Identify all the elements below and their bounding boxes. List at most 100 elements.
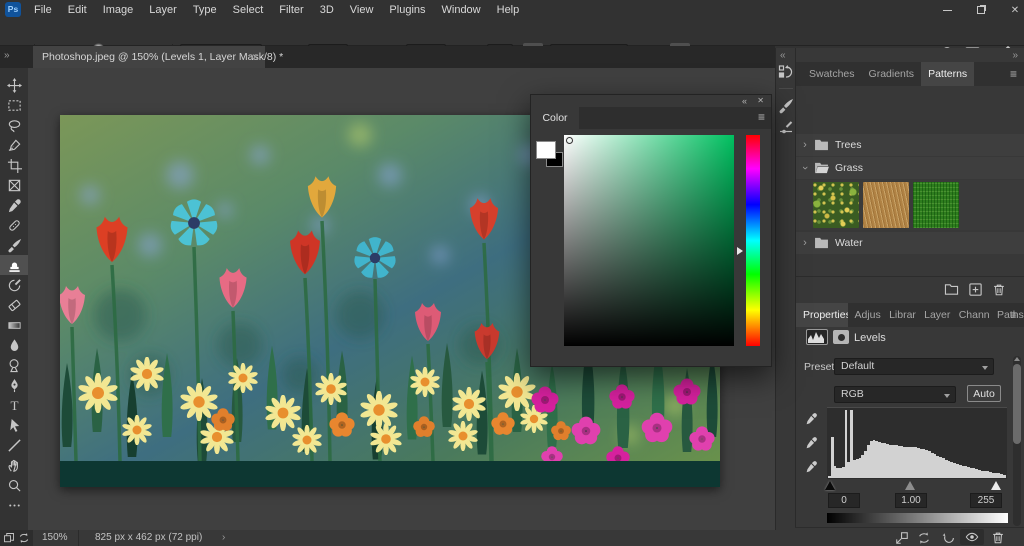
hue-slider-marker[interactable] — [737, 247, 743, 255]
gradient-tool[interactable] — [0, 315, 28, 335]
color-field[interactable] — [564, 135, 734, 346]
status-chevron-icon[interactable]: › — [222, 532, 225, 543]
auto-button[interactable]: Auto — [967, 385, 1001, 402]
pen-tool[interactable] — [0, 375, 28, 395]
color-panel-menu-icon[interactable]: ≡ — [758, 110, 765, 124]
sync-mini-icon[interactable] — [18, 532, 30, 544]
delete-pattern-icon[interactable] — [992, 282, 1006, 297]
tab-paths[interactable]: Paths — [990, 303, 1024, 327]
blur-tool[interactable] — [0, 335, 28, 355]
crop-tool[interactable] — [0, 155, 28, 175]
gamma-slider[interactable] — [905, 481, 915, 490]
type-tool[interactable]: T — [0, 395, 28, 415]
output-levels-gradient[interactable] — [827, 513, 1008, 523]
pattern-thumbnail-dry-grass[interactable] — [863, 182, 909, 228]
menu-filter[interactable]: Filter — [271, 1, 311, 19]
scrollbar-thumb[interactable] — [1013, 364, 1021, 444]
restore-button[interactable] — [966, 0, 996, 20]
white-point-sampler-icon[interactable] — [805, 460, 818, 473]
clip-to-layer-icon[interactable] — [895, 531, 909, 545]
black-point-sampler-icon[interactable] — [805, 412, 818, 425]
brush-settings-panel-icon[interactable] — [778, 120, 794, 136]
view-previous-state-icon[interactable] — [917, 531, 931, 545]
move-tool[interactable] — [0, 75, 28, 95]
menu-image[interactable]: Image — [95, 1, 142, 19]
rectangular-marquee-tool[interactable] — [0, 95, 28, 115]
menu-3d[interactable]: 3D — [312, 1, 342, 19]
delete-adjustment-icon[interactable] — [991, 530, 1005, 545]
tab-layers[interactable]: Layer — [917, 303, 952, 327]
document-tab[interactable]: Photoshop.jpeg @ 150% (Levels 1, Layer M… — [33, 46, 265, 68]
pattern-group-trees[interactable]: › Trees — [796, 134, 1024, 156]
pattern-group-water[interactable]: › Water — [796, 232, 1024, 254]
input-white-value[interactable]: 255 — [970, 493, 1002, 508]
menu-select[interactable]: Select — [225, 1, 272, 19]
tab-libraries[interactable]: Librar — [882, 303, 917, 327]
properties-menu-icon[interactable]: ≡ — [1010, 308, 1017, 322]
layers-mini-icon[interactable] — [3, 532, 15, 544]
scroll-up-icon[interactable] — [1014, 357, 1020, 361]
brush-tool[interactable] — [0, 235, 28, 255]
chevron-down-icon[interactable]: › — [799, 159, 811, 177]
color-panel-collapse-icon[interactable]: « — [742, 96, 747, 106]
pattern-thumbnail-lawn-grass[interactable] — [913, 182, 959, 228]
frame-tool[interactable] — [0, 175, 28, 195]
tab-channels[interactable]: Chann — [952, 303, 990, 327]
minimize-button[interactable] — [932, 0, 962, 20]
menu-plugins[interactable]: Plugins — [381, 1, 433, 19]
object-selection-tool[interactable] — [0, 135, 28, 155]
new-group-folder-icon[interactable] — [944, 283, 959, 296]
dodge-tool[interactable] — [0, 355, 28, 375]
clone-stamp-tool[interactable] — [0, 255, 28, 275]
close-button[interactable]: ✕ — [1000, 0, 1024, 20]
gamma-value[interactable]: 1.00 — [895, 493, 927, 508]
spot-healing-brush-tool[interactable] — [0, 215, 28, 235]
eyedropper-tool[interactable] — [0, 195, 28, 215]
document-tab-close-icon[interactable]: ✕ — [251, 46, 259, 68]
tab-properties[interactable]: Properties — [796, 303, 848, 327]
menu-file[interactable]: File — [26, 1, 60, 19]
menu-type[interactable]: Type — [185, 1, 225, 19]
chevron-right-icon[interactable]: › — [796, 237, 814, 249]
tab-adjustments[interactable]: Adjus — [848, 303, 883, 327]
properties-scrollbar[interactable] — [1013, 356, 1021, 526]
brushes-panel-icon[interactable] — [778, 98, 794, 114]
pattern-thumbnail-flowered-grass[interactable] — [813, 182, 859, 228]
menu-view[interactable]: View — [342, 1, 382, 19]
menu-layer[interactable]: Layer — [141, 1, 185, 19]
gray-point-sampler-icon[interactable] — [805, 436, 818, 449]
edit-toolbar-icon[interactable] — [0, 495, 28, 515]
hue-slider[interactable] — [746, 135, 760, 346]
foreground-color-swatch[interactable] — [536, 141, 556, 159]
zoom-level[interactable]: 150% — [42, 532, 68, 543]
tab-gradients[interactable]: Gradients — [862, 62, 922, 86]
dock-collapse-icon[interactable]: « — [780, 50, 786, 61]
patterns-menu-icon[interactable]: ≡ — [1010, 67, 1017, 81]
color-panel-close-icon[interactable]: ✕ — [757, 96, 764, 105]
menu-help[interactable]: Help — [489, 1, 528, 19]
history-brush-tool[interactable] — [0, 275, 28, 295]
toggle-visibility-eye-icon[interactable] — [960, 529, 984, 545]
path-selection-tool[interactable] — [0, 415, 28, 435]
line-tool[interactable] — [0, 435, 28, 455]
color-field-marker[interactable] — [566, 137, 573, 144]
tab-swatches[interactable]: Swatches — [802, 62, 862, 86]
layer-mask-icon[interactable] — [833, 330, 849, 344]
color-panel-tab[interactable]: Color — [531, 107, 579, 129]
hand-tool[interactable] — [0, 455, 28, 475]
menu-edit[interactable]: Edit — [60, 1, 95, 19]
new-pattern-icon[interactable] — [968, 282, 983, 297]
zoom-tool[interactable] — [0, 475, 28, 495]
panel-collapse-icon[interactable]: » — [1012, 50, 1018, 61]
menu-window[interactable]: Window — [434, 1, 489, 19]
pattern-group-grass[interactable]: › Grass — [796, 157, 1024, 179]
reset-adjustment-icon[interactable] — [942, 531, 956, 545]
history-panel-icon[interactable] — [778, 64, 794, 80]
tab-patterns[interactable]: Patterns — [921, 62, 974, 86]
input-black-slider[interactable] — [825, 481, 835, 490]
chevron-right-icon[interactable]: › — [796, 139, 814, 151]
eraser-tool[interactable] — [0, 295, 28, 315]
input-black-value[interactable]: 0 — [828, 493, 860, 508]
input-white-slider[interactable] — [991, 481, 1001, 490]
tabbar-collapse-icon[interactable]: » — [4, 50, 10, 61]
